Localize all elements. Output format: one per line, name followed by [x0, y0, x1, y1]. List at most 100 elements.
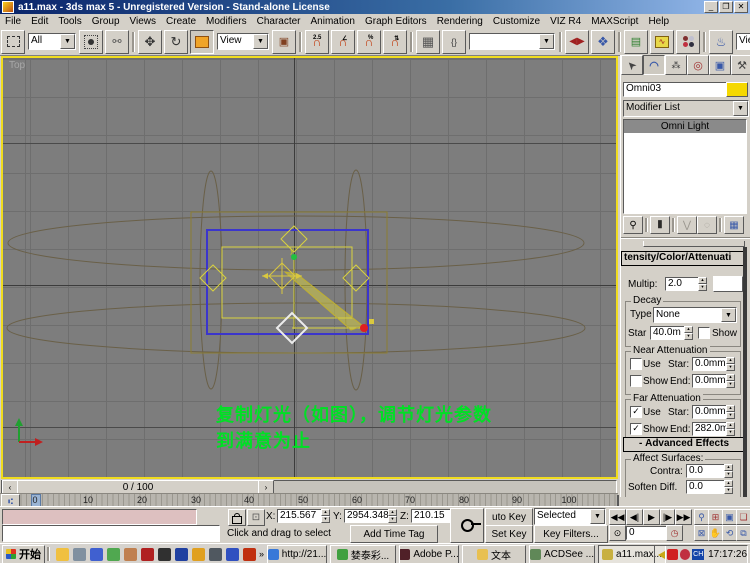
start-button[interactable]: 开始 [2, 545, 45, 563]
x-coordinate-field[interactable]: 215.567 [277, 509, 326, 523]
zoom-all-icon[interactable]: ⊞ [708, 509, 723, 525]
time-slider-prev[interactable]: ‹ [2, 480, 18, 494]
menu-item-maxscript[interactable]: MAXScript [586, 16, 643, 27]
render-scene-icon[interactable]: ♨ [709, 30, 733, 54]
x-spinner[interactable]: ▲▼ [321, 509, 330, 523]
near-start-spinner[interactable]: ▲▼ [726, 357, 735, 371]
object-name-field[interactable]: Omni03 [623, 82, 727, 97]
z-coordinate-field[interactable]: 210.15 [411, 509, 453, 523]
named-selections-edit-icon[interactable]: {} [442, 30, 466, 54]
select-object-icon[interactable] [79, 30, 103, 54]
tab-display[interactable]: ▣ [709, 55, 731, 75]
menu-item-file[interactable]: File [0, 16, 26, 27]
select-and-scale-icon[interactable] [190, 30, 214, 54]
current-frame-field[interactable]: 0 [626, 526, 668, 540]
absolute-offset-mode-icon[interactable]: ⊡ [247, 509, 265, 526]
menu-item-tools[interactable]: Tools [53, 16, 86, 27]
render-type-dropdown[interactable]: View▼ [736, 33, 750, 50]
quick-launch-icon-4[interactable] [107, 548, 120, 561]
menu-item-help[interactable]: Help [643, 16, 674, 27]
taskbar-task-browser[interactable]: http://21... [267, 545, 327, 563]
antivirus-tray-icon[interactable] [680, 549, 691, 560]
tab-modify[interactable]: ◠ [643, 55, 665, 75]
modifier-stack-item[interactable]: Omni Light [624, 120, 746, 133]
quick-launch-overflow-chevron[interactable]: » [259, 549, 264, 559]
menu-item-customize[interactable]: Customize [488, 16, 545, 27]
tab-motion[interactable]: ◎ [687, 55, 709, 75]
chevron-down-icon[interactable]: ▼ [590, 509, 605, 524]
soften-diffuse-field[interactable]: 0.0 [686, 480, 726, 494]
pin-stack-icon[interactable]: ⚲ [623, 216, 643, 234]
selection-filter-dropdown[interactable]: All▼ [28, 33, 76, 50]
near-end-field[interactable]: 0.0mm [692, 374, 729, 388]
trackbar-splitter[interactable] [617, 495, 624, 506]
ati-tray-icon[interactable] [667, 549, 678, 560]
spinner-snap-icon[interactable]: ∩⇅ [383, 30, 407, 54]
near-end-spinner[interactable]: ▲▼ [726, 374, 735, 388]
selection-region-icon[interactable] [1, 30, 25, 54]
zoom-extents-all-icon[interactable]: ❏ [736, 509, 750, 525]
pan-icon[interactable]: ✋ [708, 525, 723, 541]
chevron-down-icon[interactable]: ▼ [253, 34, 268, 49]
material-editor-icon[interactable] [676, 30, 700, 54]
menu-item-character[interactable]: Character [252, 16, 306, 27]
named-selection-dropdown[interactable]: ▼ [469, 33, 555, 50]
decay-show-checkbox[interactable] [698, 327, 710, 339]
select-and-rotate-icon[interactable]: ↻ [164, 30, 188, 54]
close-button[interactable]: ✕ [734, 1, 748, 13]
curve-editor-icon[interactable]: ∿ [650, 30, 674, 54]
quick-launch-icon-12[interactable] [243, 548, 256, 561]
decay-start-field[interactable]: 40.0m [650, 326, 687, 340]
auto-key-button[interactable]: uto Key [485, 508, 533, 526]
tab-create[interactable]: ➤ [621, 55, 643, 75]
y-spinner[interactable]: ▲▼ [388, 509, 397, 523]
quick-launch-icon-5[interactable] [124, 548, 137, 561]
quick-launch-icon-9[interactable] [192, 548, 205, 561]
modifier-list-dropdown[interactable]: Modifier List▼ [623, 100, 749, 117]
multiplier-spinner[interactable]: ▲▼ [698, 277, 707, 291]
add-time-tag-button[interactable]: Add Time Tag [350, 525, 438, 543]
set-key-button[interactable]: Set Key [485, 525, 533, 543]
taskbar-task-acdsee[interactable]: ACDSee ... [529, 545, 595, 563]
zoom-icon[interactable]: ⚲ [694, 509, 709, 525]
rollout-advanced-effects[interactable]: - Advanced Effects [623, 437, 745, 452]
viewport-top[interactable]: y Top 复制灯光（如图），调节灯光参数 到满意为止 [1, 56, 618, 479]
minimize-button[interactable]: _ [704, 1, 718, 13]
key-mode-toggle-icon[interactable]: ⊙ [609, 525, 626, 541]
maximize-button[interactable]: ❐ [719, 1, 733, 13]
go-to-start-icon[interactable]: ◀◀ [609, 509, 626, 525]
contrast-field[interactable]: 0.0 [686, 464, 726, 478]
keyboard-shortcut-override-icon[interactable]: ▦ [416, 30, 440, 54]
menu-item-views[interactable]: Views [125, 16, 162, 27]
make-unique-icon[interactable]: ⋁ [677, 216, 697, 234]
quick-launch-icon-10[interactable] [209, 548, 222, 561]
near-show-checkbox[interactable] [630, 375, 642, 387]
maxscript-listener-white[interactable] [2, 525, 220, 542]
chevron-down-icon[interactable]: ▼ [60, 34, 75, 49]
menu-item-animation[interactable]: Animation [306, 16, 360, 27]
far-use-checkbox[interactable]: ✓ [630, 406, 642, 418]
zoom-extents-icon[interactable]: ▣ [722, 509, 737, 525]
chevron-down-icon[interactable]: ▼ [733, 101, 748, 116]
far-start-field[interactable]: 0.0mm [692, 405, 729, 419]
chevron-down-icon[interactable]: ▼ [539, 34, 554, 49]
menu-item-create[interactable]: Create [161, 16, 201, 27]
decay-type-dropdown[interactable]: None▼ [653, 307, 737, 323]
select-and-move-icon[interactable]: ✥ [138, 30, 162, 54]
far-start-spinner[interactable]: ▲▼ [726, 405, 735, 419]
menu-item-rendering[interactable]: Rendering [432, 16, 488, 27]
menu-item-modifiers[interactable]: Modifiers [201, 16, 252, 27]
menu-item-group[interactable]: Group [87, 16, 125, 27]
chevron-down-icon[interactable]: ▼ [721, 308, 736, 322]
menu-item-graph-editors[interactable]: Graph Editors [360, 16, 432, 27]
taskbar-task-folder[interactable]: 文本 [462, 545, 526, 563]
viewport-label[interactable]: Top [9, 60, 25, 71]
align-icon[interactable]: ❖ [591, 30, 615, 54]
show-end-result-icon[interactable]: ⦀ [650, 216, 670, 234]
taskbar-task-2[interactable]: 婪泰彩... [330, 545, 396, 563]
key-filters-button[interactable]: Key Filters... [534, 525, 608, 543]
volume-icon[interactable] [658, 551, 665, 559]
go-to-end-icon[interactable]: ▶▶ [675, 509, 692, 525]
y-coordinate-field[interactable]: 2954.348 [344, 509, 393, 523]
time-slider-thumb[interactable]: 0 / 100 [17, 480, 259, 494]
